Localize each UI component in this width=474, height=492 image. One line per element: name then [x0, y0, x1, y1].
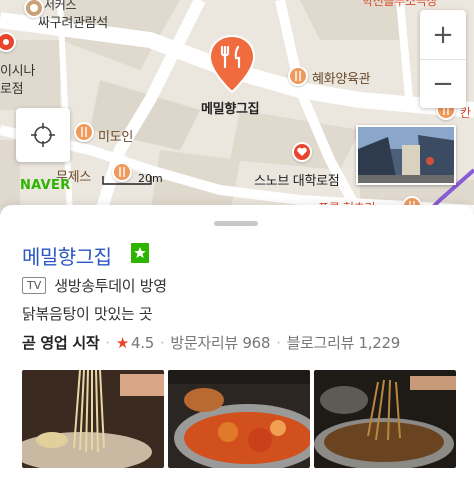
bookmark-star-icon[interactable] [130, 242, 150, 264]
place-meta-row: 곧 영업 시작 · ★ 4.5 · 방문자리뷰 968 · 블로그리뷰 1,22… [22, 332, 400, 353]
map-label-snob: 스노브 대학로점 [254, 174, 340, 189]
separator: · [276, 333, 281, 352]
map-label-left-1: 이시나 [0, 64, 35, 79]
current-location-button[interactable] [16, 108, 70, 162]
drag-handle[interactable] [214, 221, 258, 226]
map-label-hyehwa: 혜화양육관 [312, 72, 371, 87]
rating-star-icon: ★ [115, 333, 129, 352]
heart-icon[interactable] [292, 142, 312, 162]
place-info-panel: 메밀향그집 TV 생방송투데이 방영 닭볶음탕이 맛있는 곳 곧 영업 시작 ·… [0, 205, 474, 492]
place-description: 닭볶음탕이 맛있는 곳 [22, 305, 153, 323]
tv-badge: TV [22, 277, 47, 294]
naver-logo: NAVER [20, 178, 71, 193]
map-label-left-2: 로점 [0, 82, 24, 97]
street-view-thumbnail[interactable] [356, 125, 456, 185]
zoom-control: + − [420, 10, 466, 108]
rating-value: 4.5 [130, 333, 154, 352]
place-title[interactable]: 메밀향그집 [22, 241, 112, 270]
restaurant-icon[interactable] [288, 66, 308, 86]
tv-appearance-row: TV 생방송투데이 방영 [22, 275, 167, 296]
photo-gallery [22, 370, 456, 468]
zoom-in-button[interactable]: + [420, 10, 466, 59]
blog-reviews-link[interactable]: 블로그리뷰 1,229 [287, 332, 401, 353]
map-label-main-place: 메밀향그집 [201, 102, 260, 117]
restaurant-icon[interactable] [74, 122, 94, 142]
map-label-cheap-seats: 싸구려관람석 [38, 16, 108, 31]
tv-program-text: 생방송투데이 방영 [54, 277, 167, 295]
map-label-theater: 학전블루소극장 [362, 0, 438, 8]
photo-braised-chicken[interactable] [168, 370, 310, 468]
separator: · [105, 333, 110, 352]
selected-restaurant-marker[interactable] [208, 34, 256, 94]
zoom-out-button[interactable]: − [420, 59, 466, 108]
map-view[interactable]: 서커스 싸구려관람석 학전블루소극장 이시나 로점 칸 프루 현초리 메밀향그집… [0, 0, 474, 215]
visitor-reviews-link[interactable]: 방문자리뷰 968 [170, 332, 270, 353]
business-status: 곧 영업 시작 [22, 334, 100, 352]
crosshair-icon [31, 123, 55, 147]
scale-label: 20m [138, 172, 163, 185]
separator: · [159, 333, 165, 352]
photo-noodles[interactable] [22, 370, 164, 468]
map-label-midoin: 미도인 [98, 130, 133, 145]
photo-fried-noodles[interactable] [314, 370, 456, 468]
